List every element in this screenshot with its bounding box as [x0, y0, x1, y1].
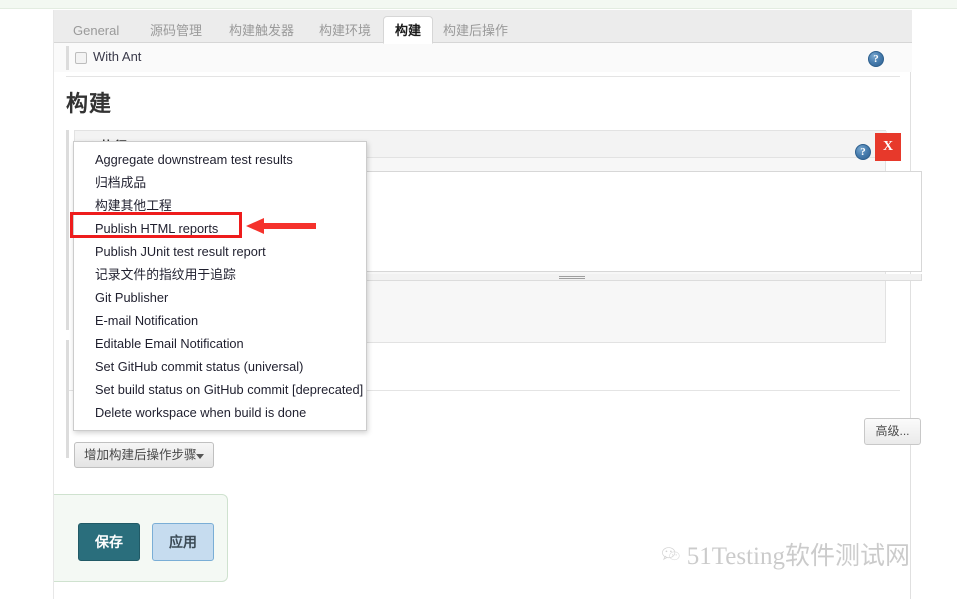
- page-title: 构建: [66, 91, 113, 116]
- left-rail-lower: [66, 340, 69, 458]
- menu-item-email-notification[interactable]: E-mail Notification: [74, 309, 366, 332]
- save-button[interactable]: 保存: [78, 523, 140, 561]
- menu-item-set-github-commit-status[interactable]: Set GitHub commit status (universal): [74, 355, 366, 378]
- remove-step-button[interactable]: X: [875, 133, 901, 161]
- build-env-row: [54, 43, 912, 72]
- tab-build-trigger[interactable]: 构建触发器: [218, 17, 305, 43]
- tab-scm[interactable]: 源码管理: [139, 17, 213, 43]
- config-tab-bar: General 源码管理 构建触发器 构建环境 构建 构建后操作: [54, 10, 912, 44]
- menu-item-record-fingerprints[interactable]: 记录文件的指纹用于追踪: [74, 263, 366, 286]
- wechat-icon: [662, 547, 680, 561]
- watermark-text: 51Testing软件测试网: [686, 543, 910, 570]
- tab-general[interactable]: General: [62, 17, 130, 43]
- menu-item-archive-artifacts[interactable]: 归档成品: [74, 171, 366, 194]
- menu-item-editable-email-notification[interactable]: Editable Email Notification: [74, 332, 366, 355]
- screenshot-root: General 源码管理 构建触发器 构建环境 构建 构建后操作 With An…: [0, 0, 957, 599]
- menu-item-aggregate-downstream-test-results[interactable]: Aggregate downstream test results: [74, 148, 366, 171]
- add-post-build-step-label: 增加构建后操作步骤: [84, 448, 197, 462]
- textarea-resize-grip[interactable]: [559, 276, 585, 279]
- add-post-build-step-button[interactable]: 增加构建后操作步骤: [74, 442, 214, 468]
- divider-top: [66, 76, 900, 77]
- with-ant-label: With Ant: [93, 49, 142, 64]
- menu-item-set-build-status-github-commit[interactable]: Set build status on GitHub commit [depre…: [74, 378, 366, 401]
- build-step-help-icon[interactable]: ?: [855, 144, 871, 160]
- apply-button[interactable]: 应用: [152, 523, 214, 561]
- menu-item-build-other-projects[interactable]: 构建其他工程: [74, 194, 366, 217]
- watermark: 51Testing软件测试网: [662, 534, 910, 574]
- left-rail-upper: [66, 130, 69, 330]
- tab-post-build[interactable]: 构建后操作: [432, 17, 519, 43]
- chevron-down-icon: [196, 454, 204, 459]
- tab-build-env[interactable]: 构建环境: [308, 17, 382, 43]
- advanced-button[interactable]: 高级...: [864, 418, 921, 445]
- menu-item-delete-workspace-when-build-done[interactable]: Delete workspace when build is done: [74, 401, 366, 424]
- browser-top-band: [0, 0, 957, 9]
- help-icon[interactable]: ?: [868, 51, 884, 67]
- tab-build[interactable]: 构建: [383, 16, 434, 44]
- with-ant-checkbox[interactable]: [75, 52, 87, 64]
- menu-item-git-publisher[interactable]: Git Publisher: [74, 286, 366, 309]
- form-gutter-bar: [66, 46, 69, 70]
- menu-item-publish-junit-test-result-report[interactable]: Publish JUnit test result report: [74, 240, 366, 263]
- menu-item-publish-html-reports[interactable]: Publish HTML reports: [74, 217, 366, 240]
- post-build-action-dropdown[interactable]: Aggregate downstream test results 归档成品 构…: [73, 141, 367, 431]
